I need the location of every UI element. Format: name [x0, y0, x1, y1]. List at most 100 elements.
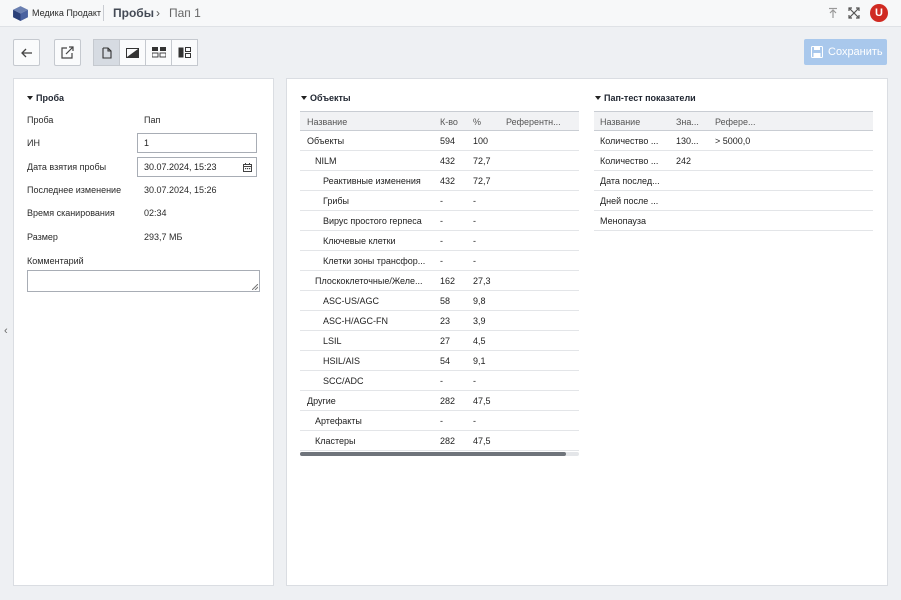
- table-row[interactable]: SCC/ADC - -: [300, 371, 579, 391]
- cell-count: 432: [440, 156, 456, 166]
- resize-handle-icon[interactable]: [252, 284, 258, 290]
- back-button[interactable]: [13, 39, 40, 66]
- collapse-panel-icon[interactable]: ‹: [4, 325, 8, 337]
- sample-date-value: 30.07.2024, 15:23: [144, 162, 217, 172]
- cell-percent: 47,5: [473, 396, 491, 406]
- comment-textarea[interactable]: [27, 270, 260, 292]
- cell-name: LSIL: [323, 336, 342, 346]
- cell-percent: 9,1: [473, 356, 486, 366]
- cell-name: Грибы: [323, 196, 350, 206]
- cell-name: Другие: [307, 396, 336, 406]
- cell-value: 130...: [676, 136, 699, 146]
- user-avatar[interactable]: U: [870, 4, 888, 22]
- column-header-reference[interactable]: Референтн...: [506, 117, 576, 127]
- table-row[interactable]: Количество ... 242: [594, 151, 873, 171]
- cell-name: Артефакты: [315, 416, 362, 426]
- arrow-left-icon: [21, 48, 32, 57]
- upload-icon[interactable]: [825, 5, 841, 21]
- table-row[interactable]: Другие 282 47,5: [300, 391, 579, 411]
- divider: [103, 5, 104, 21]
- column-header-count[interactable]: К-во: [440, 117, 458, 127]
- cell-count: 58: [440, 296, 451, 306]
- table-row[interactable]: Плоскоклеточные/Желе... 162 27,3: [300, 271, 579, 291]
- cell-count: 432: [440, 176, 456, 186]
- column-header-value[interactable]: Зна...: [676, 117, 704, 127]
- cell-count: 54: [440, 356, 451, 366]
- table-row[interactable]: Грибы - -: [300, 191, 579, 211]
- cell-name: Количество ...: [600, 156, 659, 166]
- table-row[interactable]: Артефакты - -: [300, 411, 579, 431]
- table-row[interactable]: Дата послед...: [594, 171, 873, 191]
- view-split-button[interactable]: [171, 39, 198, 66]
- cell-name: ASC-H/AGC-FN: [323, 316, 388, 326]
- table-row[interactable]: Менопауза: [594, 211, 873, 231]
- objects-section-title[interactable]: Объекты: [301, 93, 351, 103]
- cell-count: -: [440, 256, 443, 266]
- table-row[interactable]: Дней после ...: [594, 191, 873, 211]
- table-row[interactable]: Вирус простого герпеса - -: [300, 211, 579, 231]
- cell-name: Клетки зоны трансфор...: [323, 256, 426, 266]
- cell-name: Вирус простого герпеса: [323, 216, 422, 226]
- view-single-button[interactable]: [93, 39, 120, 66]
- sample-date-input[interactable]: 30.07.2024, 15:23: [137, 157, 257, 177]
- cell-count: 594: [440, 136, 456, 146]
- field-label-last-modified: Последнее изменение: [27, 185, 122, 195]
- objects-horizontal-scrollbar[interactable]: [300, 452, 579, 456]
- breadcrumb-probes[interactable]: Пробы: [113, 6, 154, 20]
- table-row[interactable]: Клетки зоны трансфор... - -: [300, 251, 579, 271]
- column-header-percent[interactable]: %: [473, 117, 481, 127]
- cell-count: -: [440, 416, 443, 426]
- table-row[interactable]: NILM 432 72,7: [300, 151, 579, 171]
- cell-name: Плоскоклеточные/Желе...: [315, 276, 423, 286]
- probe-panel: [13, 78, 274, 586]
- probe-title-text: Проба: [36, 93, 65, 103]
- cell-percent: -: [473, 416, 476, 426]
- cell-name: NILM: [315, 156, 337, 166]
- table-row[interactable]: LSIL 27 4,5: [300, 331, 579, 351]
- table-row[interactable]: ASC-US/AGC 58 9,8: [300, 291, 579, 311]
- scrollbar-thumb[interactable]: [300, 452, 566, 456]
- table-row[interactable]: Объекты 594 100: [300, 131, 579, 151]
- paptest-table-header: Название Зна... Рефере...: [594, 111, 873, 131]
- document-icon: [101, 46, 112, 59]
- column-header-reference[interactable]: Рефере...: [715, 117, 760, 127]
- view-image-button[interactable]: [119, 39, 146, 66]
- cell-name: Количество ...: [600, 136, 659, 146]
- cell-name: Дней после ...: [600, 196, 659, 206]
- external-link-icon: [61, 46, 74, 59]
- image-split-icon: [126, 47, 139, 58]
- cell-name: HSIL/AIS: [323, 356, 361, 366]
- table-row[interactable]: Кластеры 282 47,5: [300, 431, 579, 451]
- cell-percent: -: [473, 256, 476, 266]
- column-header-name[interactable]: Название: [600, 117, 640, 127]
- id-input[interactable]: 1: [137, 133, 257, 153]
- probe-section-title[interactable]: Проба: [27, 93, 64, 103]
- floppy-disk-icon: [811, 46, 823, 58]
- fullscreen-icon[interactable]: [846, 5, 862, 21]
- table-row[interactable]: HSIL/AIS 54 9,1: [300, 351, 579, 371]
- open-external-button[interactable]: [54, 39, 81, 66]
- view-grid-button[interactable]: [145, 39, 172, 66]
- cell-percent: 3,9: [473, 316, 486, 326]
- table-row[interactable]: Количество ... 130... > 5000,0: [594, 131, 873, 151]
- field-value-probe: Пап: [144, 115, 161, 125]
- paptest-title-text: Пап-тест показатели: [604, 93, 696, 103]
- cell-name: ASC-US/AGC: [323, 296, 380, 306]
- table-row[interactable]: ASC-H/AGC-FN 23 3,9: [300, 311, 579, 331]
- table-row[interactable]: Реактивные изменения 432 72,7: [300, 171, 579, 191]
- column-header-name[interactable]: Название: [307, 117, 347, 127]
- field-value-scan-time: 02:34: [144, 208, 167, 218]
- cell-count: 23: [440, 316, 451, 326]
- save-button[interactable]: Сохранить: [804, 39, 887, 65]
- top-bar: Медика Продакт Пробы › Пап 1 U: [0, 0, 901, 27]
- cell-reference: > 5000,0: [715, 136, 751, 146]
- cell-name: Объекты: [307, 136, 345, 146]
- grid-icon: [151, 47, 166, 58]
- calendar-icon[interactable]: [243, 163, 252, 172]
- field-label-size: Размер: [27, 232, 58, 242]
- paptest-section-title[interactable]: Пап-тест показатели: [595, 93, 696, 103]
- cell-percent: 72,7: [473, 176, 491, 186]
- cell-percent: -: [473, 216, 476, 226]
- caret-down-icon: [27, 96, 33, 100]
- table-row[interactable]: Ключевые клетки - -: [300, 231, 579, 251]
